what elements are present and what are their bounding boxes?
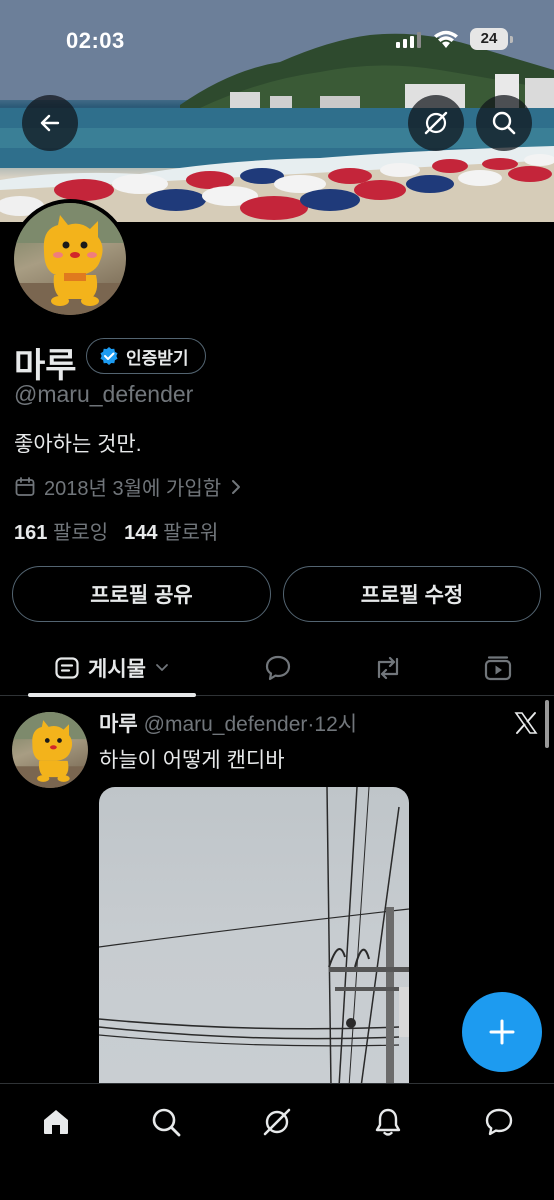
profile-tabs: 게시물	[0, 640, 554, 697]
get-verified-label: 인증받기	[126, 348, 189, 368]
avatar-image	[14, 203, 126, 315]
following-label: 팔로잉	[52, 522, 109, 544]
followers-link[interactable]: 144 팔로워	[124, 522, 218, 544]
post-author-name[interactable]: 마루	[99, 713, 138, 736]
wifi-icon	[434, 30, 458, 48]
post-author-handle[interactable]: @maru_defender	[144, 713, 308, 736]
battery-level: 24	[470, 28, 508, 50]
battery-tip	[510, 36, 513, 43]
power-lines-photo	[99, 787, 409, 1087]
speech-bubble-icon	[265, 655, 291, 681]
chevron-right-icon	[232, 479, 241, 494]
nav-search[interactable]	[146, 1102, 186, 1142]
tab-posts-label: 게시물	[88, 658, 146, 681]
tab-reposts[interactable]	[358, 640, 418, 696]
home-icon	[44, 1110, 68, 1134]
repost-icon	[377, 656, 399, 680]
calendar-icon	[15, 476, 35, 496]
profile-bio: 좋아하는 것만.	[14, 433, 142, 456]
profile-avatar[interactable]	[10, 199, 130, 319]
mascot-figure-icon	[12, 712, 88, 788]
joined-date-row[interactable]: 2018년 3월에 가입함	[14, 472, 243, 501]
grok-button[interactable]	[408, 95, 464, 151]
media-icon	[484, 656, 512, 681]
post-author-avatar[interactable]	[12, 712, 88, 788]
followers-label: 팔로워	[163, 522, 219, 544]
grok-icon	[424, 111, 448, 135]
compose-post-button[interactable]	[462, 992, 542, 1072]
verified-badge-icon	[100, 347, 118, 365]
post-image[interactable]	[99, 787, 409, 1087]
post-timestamp[interactable]: ·12시	[307, 713, 357, 736]
followers-count: 144	[124, 522, 158, 544]
post-text: 하늘이 어떻게 캔디바	[99, 749, 285, 772]
get-verified-button[interactable]: 인증받기	[86, 338, 206, 374]
mascot-figure-icon	[14, 203, 126, 315]
profile-name: 마루	[14, 347, 77, 385]
message-icon	[485, 1108, 513, 1136]
chevron-down-icon	[156, 664, 168, 671]
profile-handle: @maru_defender	[14, 381, 194, 407]
tab-posts[interactable]: 게시물	[28, 640, 196, 697]
tab-media[interactable]	[468, 640, 528, 696]
arrow-left-icon	[40, 114, 60, 132]
x-logo-icon[interactable]	[513, 710, 539, 736]
nav-notifications[interactable]	[368, 1102, 408, 1142]
share-profile-button[interactable]: 프로필 공유	[12, 566, 271, 622]
nav-home[interactable]	[36, 1102, 76, 1142]
status-bar: 02:03 24	[0, 26, 554, 56]
tab-replies[interactable]	[248, 640, 308, 696]
grok-icon	[263, 1108, 291, 1136]
nav-grok[interactable]	[257, 1102, 297, 1142]
edit-profile-button[interactable]: 프로필 수정	[283, 566, 541, 622]
bottom-navigation	[0, 1083, 554, 1200]
nav-messages[interactable]	[479, 1102, 519, 1142]
cellular-signal-icon	[396, 32, 421, 48]
bell-icon	[375, 1108, 401, 1136]
post-header: 마루 @maru_defender·12시	[99, 708, 357, 738]
search-icon	[492, 111, 516, 135]
active-tab-indicator	[28, 693, 196, 697]
back-button[interactable]	[22, 95, 78, 151]
follow-stats: 161 팔로잉 144 팔로워	[14, 516, 218, 545]
search-button[interactable]	[476, 95, 532, 151]
following-link[interactable]: 161 팔로잉	[14, 522, 108, 544]
posts-icon	[55, 657, 79, 679]
plus-icon	[489, 1019, 515, 1045]
status-time: 02:03	[66, 28, 125, 53]
search-icon	[152, 1108, 181, 1137]
joined-date-text: 2018년 3월에 가입함	[44, 478, 222, 500]
scrollbar-thumb[interactable]	[545, 700, 549, 748]
following-count: 161	[14, 522, 48, 544]
